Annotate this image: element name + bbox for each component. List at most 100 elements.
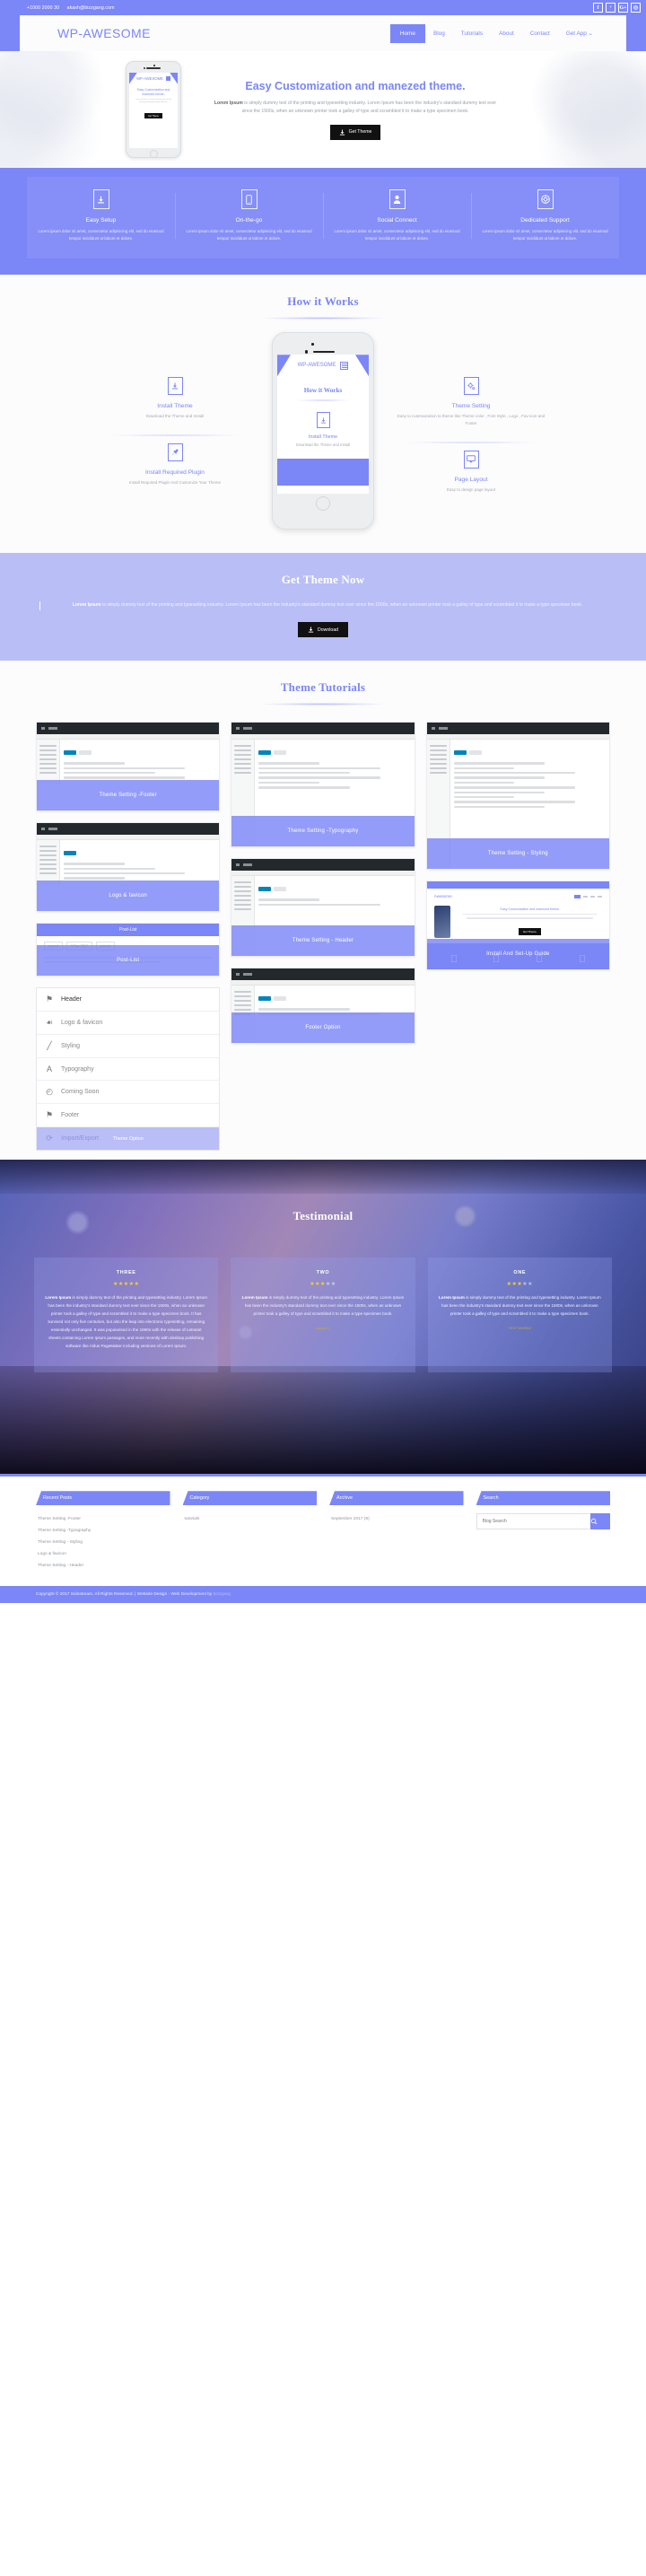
email-address: akash@bizzgang.com <box>66 4 115 11</box>
copyright-bar: Copyright © 2017 Solostream. All Rights … <box>0 1586 646 1604</box>
hero-description: Lorem Ipsum is simply dummy text of the … <box>212 100 499 116</box>
twitter-icon[interactable]: ᵛ <box>606 3 615 13</box>
nav-item-home[interactable]: Home <box>389 23 425 43</box>
footer-link[interactable]: Theme Setting - Header <box>36 1560 170 1572</box>
menu-item-typography[interactable]: A Typography <box>37 1058 220 1082</box>
google-plus-icon[interactable]: G+ <box>618 3 628 13</box>
download-button[interactable]: Download <box>297 622 349 638</box>
menu-item-coming-soon[interactable]: ◴ Coming Soon <box>37 1081 220 1105</box>
search-icon <box>590 1519 598 1525</box>
how-item-desc: Easy to custmaization to theme like Them… <box>397 414 546 425</box>
phone-number: +1000 2000 30 <box>27 4 60 11</box>
hero-title: Easy Customization and manezed theme. <box>245 80 466 93</box>
footer-list: September 2017 (9) <box>329 1513 464 1525</box>
tutorial-card-footer-option[interactable]: Footer Option <box>231 968 415 1045</box>
phone-brand: WP-AWESOME <box>136 75 163 81</box>
phone-cta-button[interactable]: Get Theme <box>144 113 162 119</box>
tutorials-title: Theme Tutorials <box>280 680 366 695</box>
rating-stars: ★★★★★ <box>112 1282 140 1288</box>
testimonial-card: TWO ★★★★★ Lorem Ipsum is simply dummy te… <box>231 1257 415 1372</box>
testimonial-signature: TEST WORD2 <box>508 1326 532 1331</box>
phone-screen: WP-AWESOME Easy Customization and maneze… <box>129 72 178 148</box>
testimonial-body: is simply dummy text of the printing and… <box>441 1295 601 1317</box>
search-input[interactable] <box>476 1513 590 1530</box>
menu-item-header[interactable]: ⚑ Header <box>37 988 220 1012</box>
menu-item-footer[interactable]: ⚑ Footer <box>37 1104 220 1128</box>
menu-item-label: Logo & favicon <box>61 1020 103 1027</box>
main-menu: Home Blog Tutorials About Contact Get Ap… <box>389 23 601 43</box>
nav-item-tutorials[interactable]: Tutorials <box>453 25 491 42</box>
testimonial-text: Lorem Ipsum is simply dummy text of the … <box>439 1294 601 1319</box>
menu-item-styling[interactable]: ╱ Styling <box>37 1035 220 1059</box>
feature-desc: Lorem ipsum dolor sit amet, consectetur … <box>38 229 164 241</box>
admin-main <box>60 840 220 886</box>
get-theme-desc: is simply dummy text of the printing and… <box>100 602 583 609</box>
menu-item-import-export[interactable]: ⟳ Import/Export Theme Option <box>37 1127 220 1151</box>
menu-item-logo-favicon[interactable]: ☙ Logo & favicon <box>37 1012 220 1036</box>
tutorial-caption: Theme Setting -Typography <box>231 816 415 847</box>
menu-overlay-label: Theme Option <box>112 1135 144 1142</box>
tutorial-card-styling[interactable]: Theme Setting - Styling <box>425 722 610 871</box>
download-icon <box>167 377 183 396</box>
nav-item-about[interactable]: About <box>491 25 522 42</box>
tutorial-caption: Footer Option <box>231 1012 415 1044</box>
testimonial-lead: Lorem Ipsum <box>45 1295 72 1301</box>
nav-item-contact[interactable]: Contact <box>522 25 558 42</box>
tutorials-column-3: Theme Setting - Styling Awesome Easy Cus… <box>425 722 610 971</box>
tutorial-caption: Logo & favicon <box>37 881 220 912</box>
feature-title: Easy Setup <box>85 217 117 223</box>
get-theme-title: Get Theme Now <box>281 573 365 587</box>
tutorials-column-2: Theme Setting -Typography Theme Setting … <box>231 722 415 1045</box>
footer-link[interactable]: Theme Setting -Footer <box>36 1513 170 1525</box>
download-icon <box>92 189 109 209</box>
tutorial-card-post-list[interactable]: Post-List swapnil 5 Sep, 2017 tutorials … <box>36 923 221 977</box>
site-brand[interactable]: WP-AWESOME <box>57 26 151 40</box>
hamburger-icon[interactable] <box>340 361 349 370</box>
hamburger-icon[interactable] <box>165 75 170 81</box>
search-button[interactable] <box>590 1513 610 1530</box>
tutorial-card-logo-favicon[interactable]: Logo & favicon <box>36 822 221 913</box>
phone-screen: WP-AWESOME How it Works Install Theme Do… <box>277 355 369 495</box>
landing-page: +1000 2000 30 akash@bizzgang.com f ᵛ G+ … <box>0 0 646 1604</box>
social-links: f ᵛ G+ ◎ <box>593 3 641 13</box>
hero-copy: Easy Customization and manezed theme. Lo… <box>212 79 499 140</box>
testimonial-cards: THREE ★★★★★ Lorem Ipsum is simply dummy … <box>34 1257 612 1372</box>
admin-bar <box>231 859 415 872</box>
leaf-icon: ☙ <box>45 1018 54 1028</box>
tutorial-card-typography[interactable]: Theme Setting -Typography <box>231 722 415 848</box>
phone-content: Easy Customization and manezed theme. Lo… <box>129 84 178 125</box>
download-icon <box>308 626 314 633</box>
phone-speaker <box>313 350 335 354</box>
tutorial-card-setup-guide[interactable]: Awesome Easy Customization and manezed t… <box>425 881 610 971</box>
facebook-icon[interactable]: f <box>593 3 603 13</box>
search-form <box>476 1513 610 1530</box>
phone-navbar: WP-AWESOME <box>129 72 178 84</box>
footer-link[interactable]: September 2017 (9) <box>329 1513 464 1525</box>
mobile-icon <box>240 189 258 209</box>
nav-item-blog[interactable]: Blog <box>425 25 453 42</box>
tutorial-card-footer[interactable]: Theme Setting -Footer <box>36 722 221 812</box>
copyright-text: Copyright © 2017 Solostream. All Rights … <box>36 1592 213 1598</box>
nav-item-get-app[interactable]: Get App ⌄ <box>558 24 601 42</box>
tutorial-card-header[interactable]: Theme Setting - Header <box>231 858 415 958</box>
how-column-right: Theme Setting Easy to custmaization to t… <box>381 332 561 530</box>
testimonial-name: TWO <box>316 1270 330 1276</box>
tutorial-caption: Theme Setting - Header <box>231 925 415 957</box>
testimonial-title: Testimonial <box>292 1209 354 1223</box>
footer-link[interactable]: tutorials <box>183 1513 318 1525</box>
testimonial-lead: Lorem Ipsum <box>438 1295 465 1301</box>
menu-item-label: Styling <box>61 1043 81 1050</box>
footer-link[interactable]: Theme Setting -Typography <box>36 1525 170 1537</box>
admin-bar <box>37 723 220 735</box>
guide-line <box>466 917 593 919</box>
phone-camera-icon <box>144 67 146 70</box>
phone-title-divider <box>295 399 351 402</box>
footer-link[interactable]: Theme Setting - Styling <box>36 1537 170 1548</box>
footer-list: tutorials <box>183 1513 318 1525</box>
footer-link[interactable]: Logo & favicon <box>36 1548 170 1560</box>
instagram-icon[interactable]: ◎ <box>631 3 641 13</box>
hero-phone-mockup: WP-AWESOME Easy Customization and maneze… <box>126 61 181 158</box>
get-theme-button[interactable]: Get Theme <box>329 124 381 140</box>
credit-link[interactable]: bizzgang <box>214 1592 231 1597</box>
header-bar: WP-AWESOME Home Blog Tutorials About Con… <box>0 15 646 51</box>
